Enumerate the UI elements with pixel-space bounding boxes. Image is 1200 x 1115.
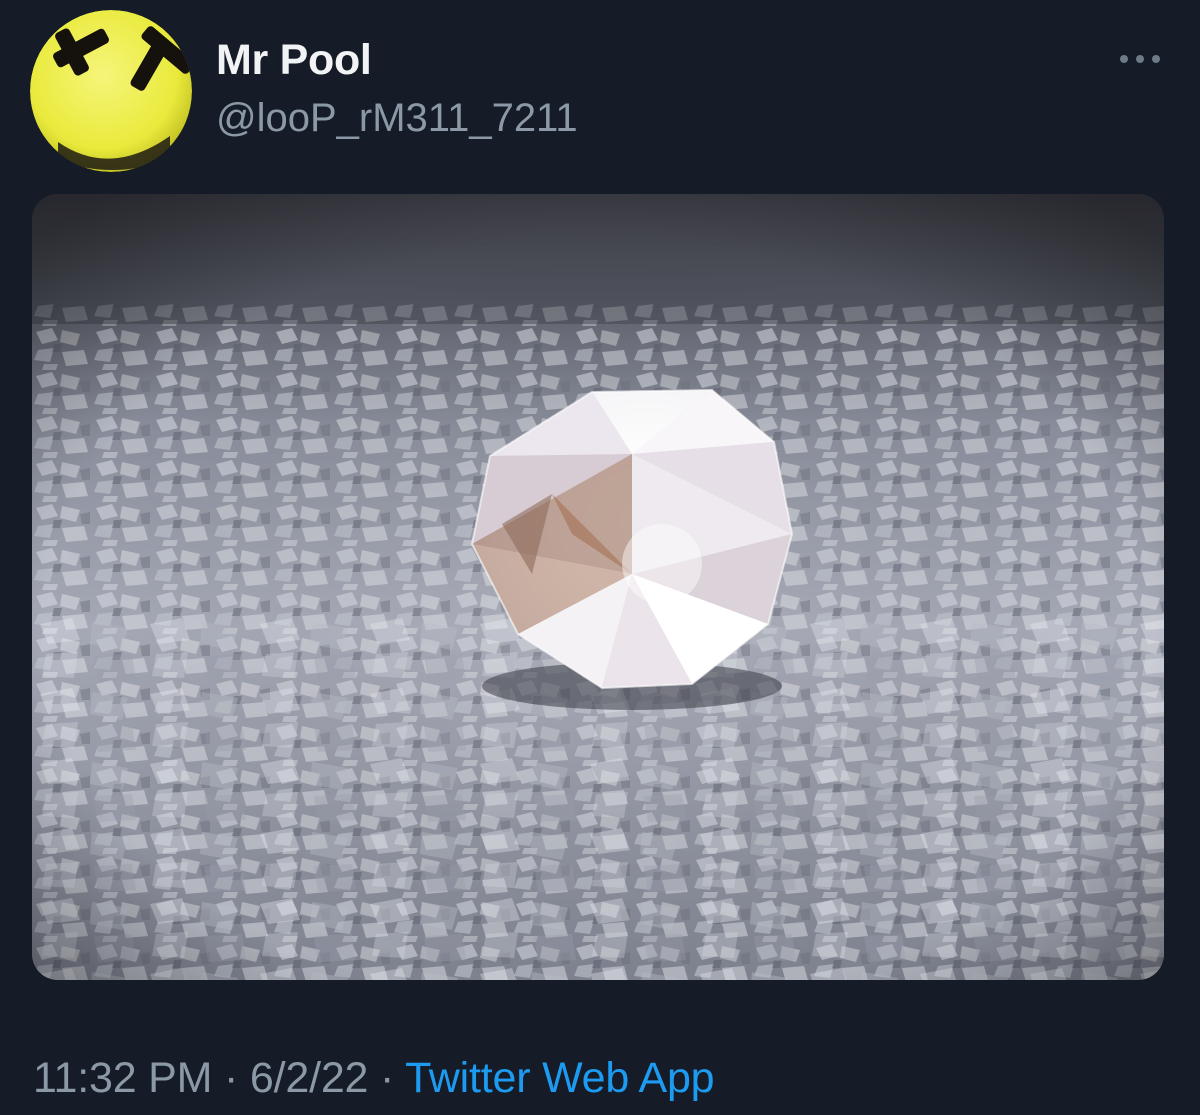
more-options-button[interactable]	[1110, 44, 1170, 74]
tweet-metadata: 11:32 PM · 6/2/22 · Twitter Web App	[33, 1054, 715, 1103]
author-handle[interactable]: @looP_rM311_7211	[216, 96, 578, 141]
tweet-source-link[interactable]: Twitter Web App	[405, 1054, 714, 1102]
diamond-on-broken-glass-photo	[32, 194, 1164, 980]
separator-dot: ·	[368, 1054, 406, 1102]
tweet-photo[interactable]	[32, 194, 1164, 980]
author-display-name[interactable]: Mr Pool	[216, 36, 372, 85]
tweet-date[interactable]: 6/2/22	[250, 1054, 369, 1102]
more-dots-icon	[1120, 55, 1160, 63]
dead-smiley-face-icon	[30, 10, 192, 172]
tweet-time[interactable]: 11:32 PM	[33, 1054, 212, 1102]
avatar[interactable]	[30, 10, 192, 172]
separator-dot: ·	[212, 1054, 250, 1102]
tweet: Mr Pool @looP_rM311_7211 11:32 PM · 6/2/…	[0, 0, 1200, 1115]
